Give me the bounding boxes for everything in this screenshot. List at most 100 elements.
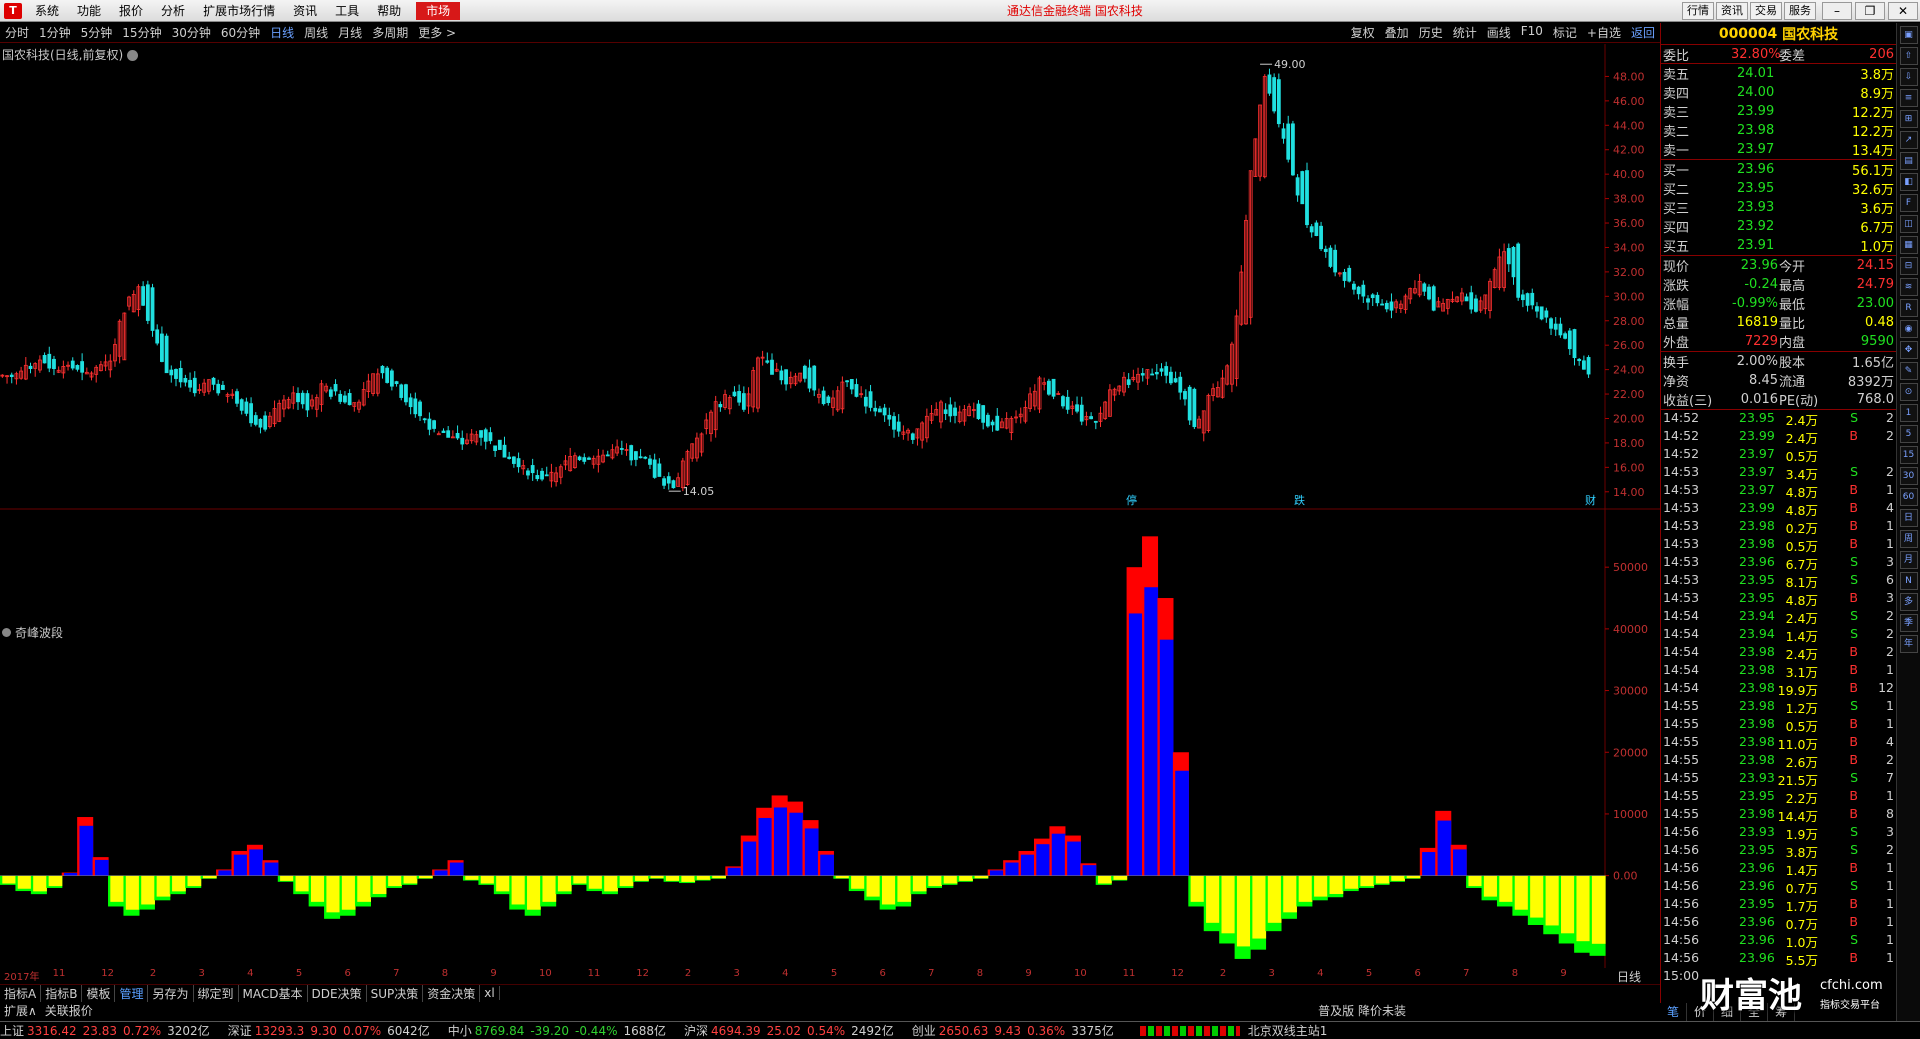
tab-save-as[interactable]: 另存为 xyxy=(148,984,194,1002)
period-more[interactable]: 更多 > xyxy=(413,24,461,41)
tab-dde[interactable]: DDE决策 xyxy=(308,984,367,1002)
top-button-service[interactable]: 服务 xyxy=(1784,1,1816,20)
side-tool-icon[interactable]: ▤ xyxy=(1899,152,1918,170)
top-button-trade[interactable]: 交易 xyxy=(1750,1,1782,20)
side-tool-icon[interactable]: ◧ xyxy=(1899,173,1918,191)
side-tool-icon[interactable]: 1 xyxy=(1899,404,1918,422)
tab-bind-to[interactable]: 绑定到 xyxy=(194,984,239,1002)
period-60min[interactable]: 60分钟 xyxy=(216,24,265,41)
side-tool-icon[interactable]: R xyxy=(1899,299,1918,317)
period-30min[interactable]: 30分钟 xyxy=(167,24,216,41)
side-tool-icon[interactable]: F xyxy=(1899,194,1918,212)
kline-chart[interactable]: 48.00 46.00 44.00 42.00 40.00 38.00 36.00 34.00… xyxy=(0,44,1660,968)
minimize-icon[interactable]: – xyxy=(1822,1,1852,20)
book-label: 买五 xyxy=(1663,240,1690,255)
side-tool-icon[interactable]: ✥ xyxy=(1899,341,1918,359)
side-tool-icon[interactable]: ▣ xyxy=(1899,26,1918,44)
side-tool-icon[interactable]: ≡ xyxy=(1899,89,1918,107)
tab-indicator-b[interactable]: 指标B xyxy=(41,984,83,1002)
side-tool-icon[interactable]: 30 xyxy=(1899,467,1918,485)
side-tool-icon[interactable]: ✎ xyxy=(1899,362,1918,380)
period-15min[interactable]: 15分钟 xyxy=(117,24,166,41)
toolbar-draw[interactable]: 画线 xyxy=(1482,24,1516,41)
toolbar-history[interactable]: 历史 xyxy=(1414,24,1448,41)
side-tool-icon[interactable]: ↗ xyxy=(1899,131,1918,149)
tab-sup[interactable]: SUP决策 xyxy=(367,984,424,1002)
menu-item-help[interactable]: 帮助 xyxy=(368,2,410,19)
side-tool-icon[interactable]: 5 xyxy=(1899,425,1918,443)
bid-row[interactable]: 买五 23.91 1.0万 xyxy=(1661,236,1896,255)
toolbar-add-watchlist[interactable]: +自选 xyxy=(1582,24,1626,41)
toolbar-back[interactable]: 返回 xyxy=(1626,24,1660,41)
side-tool-icon[interactable]: ⊙ xyxy=(1899,383,1918,401)
ask-row[interactable]: 卖三 23.99 12.2万 xyxy=(1661,102,1896,121)
top-button-quote[interactable]: 行情 xyxy=(1682,1,1714,20)
side-tool-icon[interactable]: 日 xyxy=(1899,509,1918,527)
period-1min[interactable]: 1分钟 xyxy=(34,24,76,41)
tab-capital[interactable]: 资金决策 xyxy=(423,984,481,1002)
side-tool-icon[interactable]: ▦ xyxy=(1899,236,1918,254)
side-tool-icon[interactable]: 多 xyxy=(1899,593,1918,611)
toolbar-stats[interactable]: 统计 xyxy=(1448,24,1482,41)
side-tool-icon[interactable]: ⇧ xyxy=(1899,47,1918,65)
side-tool-icon[interactable]: ◉ xyxy=(1899,320,1918,338)
chart-settings-icon[interactable] xyxy=(127,50,139,61)
ask-row[interactable]: 卖四 24.00 8.9万 xyxy=(1661,83,1896,102)
menu-item-system[interactable]: 系统 xyxy=(26,2,68,19)
menu-item-ext-market[interactable]: 扩展市场行情 xyxy=(194,2,284,19)
side-tool-icon[interactable]: 60 xyxy=(1899,488,1918,506)
tab-expand[interactable]: 扩展∧ xyxy=(0,1002,41,1019)
ask-row[interactable]: 卖二 23.98 12.2万 xyxy=(1661,121,1896,140)
side-tool-icon[interactable]: ⇩ xyxy=(1899,68,1918,86)
period-daily[interactable]: 日线 xyxy=(265,24,299,41)
bid-row[interactable]: 买三 23.93 3.6万 xyxy=(1661,198,1896,217)
bid-row[interactable]: 买四 23.92 6.7万 xyxy=(1661,217,1896,236)
tab-linked-quote[interactable]: 关联报价 xyxy=(41,1002,97,1019)
menu-item-analysis[interactable]: 分析 xyxy=(152,2,194,19)
side-tool-icon[interactable]: ⊟ xyxy=(1899,257,1918,275)
menu-item-function[interactable]: 功能 xyxy=(68,2,110,19)
index-quote[interactable]: 中小 8769.84 -39.20 -0.44% 1688亿 xyxy=(448,1022,674,1039)
toolbar-overlay[interactable]: 叠加 xyxy=(1380,24,1414,41)
side-tool-icon[interactable]: 15 xyxy=(1899,446,1918,464)
index-quote[interactable]: 创业 2650.63 9.43 0.36% 3375亿 xyxy=(912,1022,1122,1039)
market-button[interactable]: 市场 xyxy=(416,1,461,20)
side-tool-icon[interactable]: ◫ xyxy=(1899,215,1918,233)
period-monthly[interactable]: 月线 xyxy=(333,24,367,41)
side-tool-icon[interactable]: ⊞ xyxy=(1899,110,1918,128)
top-button-news[interactable]: 资讯 xyxy=(1716,1,1748,20)
index-quote[interactable]: 深证 13293.3 9.30 0.07% 6042亿 xyxy=(228,1022,438,1039)
toolbar-adjust[interactable]: 复权 xyxy=(1346,24,1380,41)
bid-row[interactable]: 买一 23.96 56.1万 xyxy=(1661,160,1896,179)
tab-template[interactable]: 模板 xyxy=(82,984,116,1002)
tab-indicator-a[interactable]: 指标A xyxy=(0,984,42,1002)
indicator-settings-icon[interactable] xyxy=(2,628,11,637)
period-5min[interactable]: 5分钟 xyxy=(76,24,118,41)
menu-item-news[interactable]: 资讯 xyxy=(284,2,326,19)
period-weekly[interactable]: 周线 xyxy=(299,24,333,41)
side-tool-icon[interactable]: 季 xyxy=(1899,614,1918,632)
side-tool-icon[interactable]: N xyxy=(1899,572,1918,590)
tab-manage[interactable]: 管理 xyxy=(115,984,149,1002)
close-icon[interactable]: ✕ xyxy=(1888,1,1918,20)
tab-macd[interactable]: MACD基本 xyxy=(239,984,308,1002)
toolbar-mark[interactable]: 标记 xyxy=(1548,24,1582,41)
toolbar-f10[interactable]: F10 xyxy=(1516,24,1548,41)
ask-row[interactable]: 卖五 24.01 3.8万 xyxy=(1661,64,1896,83)
menu-item-quote[interactable]: 报价 xyxy=(110,2,152,19)
server-name[interactable]: 北京双线主站1 xyxy=(1248,1022,1328,1039)
ask-row[interactable]: 卖一 23.97 13.4万 xyxy=(1661,140,1896,159)
tab-xl[interactable]: xl xyxy=(480,986,500,1000)
period-multi[interactable]: 多周期 xyxy=(367,24,413,41)
index-quote[interactable]: 上证 3316.42 23.83 0.72% 3202亿 xyxy=(0,1022,218,1039)
period-intraday[interactable]: 分时 xyxy=(0,24,34,41)
restore-icon[interactable]: ❐ xyxy=(1855,1,1885,20)
panel-tab-tick[interactable]: 笔 xyxy=(1660,1003,1688,1021)
side-tool-icon[interactable]: ≋ xyxy=(1899,278,1918,296)
bid-row[interactable]: 买二 23.95 32.6万 xyxy=(1661,179,1896,198)
side-tool-icon[interactable]: 月 xyxy=(1899,551,1918,569)
index-quote[interactable]: 沪深 4694.39 25.02 0.54% 2492亿 xyxy=(684,1022,902,1039)
side-tool-icon[interactable]: 年 xyxy=(1899,635,1918,653)
menu-item-tools[interactable]: 工具 xyxy=(326,2,368,19)
side-tool-icon[interactable]: 周 xyxy=(1899,530,1918,548)
